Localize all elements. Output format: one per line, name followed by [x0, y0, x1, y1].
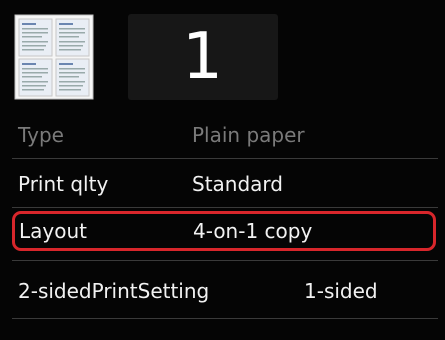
copies-count-button[interactable]: 1	[128, 14, 278, 100]
setting-label-layout: Layout	[19, 219, 87, 243]
setting-label-2sided: 2-sidedPrintSetting	[18, 279, 210, 303]
setting-label-type: Type	[18, 123, 64, 147]
setting-value-layout: 4-on-1 copy	[193, 219, 313, 243]
setting-value-2sided: 1-sided	[304, 279, 378, 303]
setting-row-type[interactable]: Type Plain paper	[12, 114, 438, 156]
layout-4on1-preview-icon	[14, 14, 94, 100]
printer-copy-screen: 1 Type Plain paper Print qlty Standard L…	[0, 0, 445, 340]
setting-label-print-quality: Print qlty	[18, 172, 109, 196]
copies-value: 1	[182, 20, 224, 94]
setting-value-print-quality: Standard	[192, 172, 283, 196]
divider	[12, 207, 438, 208]
setting-row-print-quality[interactable]: Print qlty Standard	[12, 163, 438, 205]
setting-value-type: Plain paper	[192, 123, 305, 147]
divider	[12, 158, 438, 159]
divider	[12, 318, 438, 319]
setting-row-layout[interactable]: Layout 4-on-1 copy	[12, 211, 436, 251]
setting-row-2sided[interactable]: 2-sidedPrintSetting 1-sided	[12, 270, 438, 312]
divider	[12, 260, 438, 261]
